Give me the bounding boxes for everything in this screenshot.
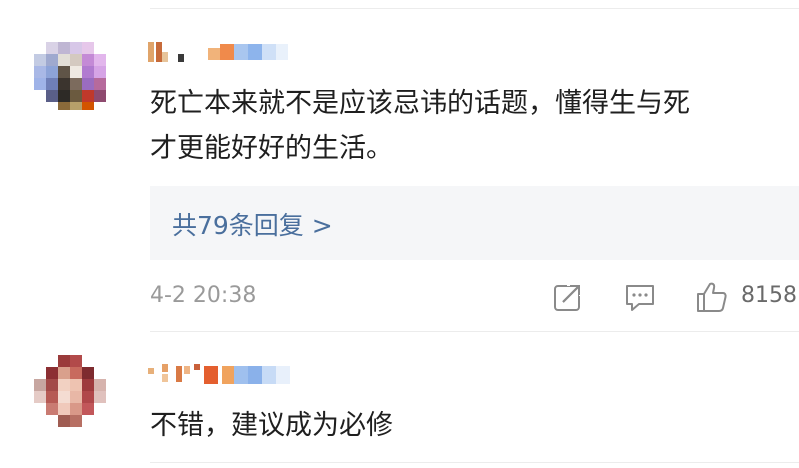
username[interactable] bbox=[148, 40, 318, 64]
username[interactable] bbox=[148, 362, 318, 386]
view-replies-link[interactable]: 共79条回复 > bbox=[172, 206, 333, 242]
comment-text-line: 才更能好好的生活。 bbox=[150, 133, 393, 164]
comment-timestamp: 4-2 20:38 bbox=[150, 283, 257, 308]
like-icon[interactable] bbox=[695, 280, 729, 314]
username-pixelated-image bbox=[148, 42, 288, 62]
comment-icon[interactable] bbox=[623, 280, 657, 314]
top-divider bbox=[150, 8, 799, 9]
like-count: 8158 bbox=[741, 283, 797, 308]
comment-text-line: 不错，建议成为必修 bbox=[150, 410, 393, 441]
comment-text-line: 死亡本来就不是应该忌讳的话题，懂得生与死 bbox=[150, 88, 690, 119]
avatar-image bbox=[34, 355, 106, 427]
replies-preview-box[interactable]: 共79条回复 > bbox=[150, 186, 799, 260]
username-pixelated-image bbox=[148, 364, 290, 384]
share-icon[interactable] bbox=[551, 280, 585, 314]
avatar-image bbox=[34, 38, 106, 110]
bottom-divider bbox=[150, 462, 799, 463]
avatar[interactable] bbox=[34, 355, 106, 427]
comment-divider bbox=[150, 331, 799, 332]
avatar[interactable] bbox=[34, 38, 106, 110]
